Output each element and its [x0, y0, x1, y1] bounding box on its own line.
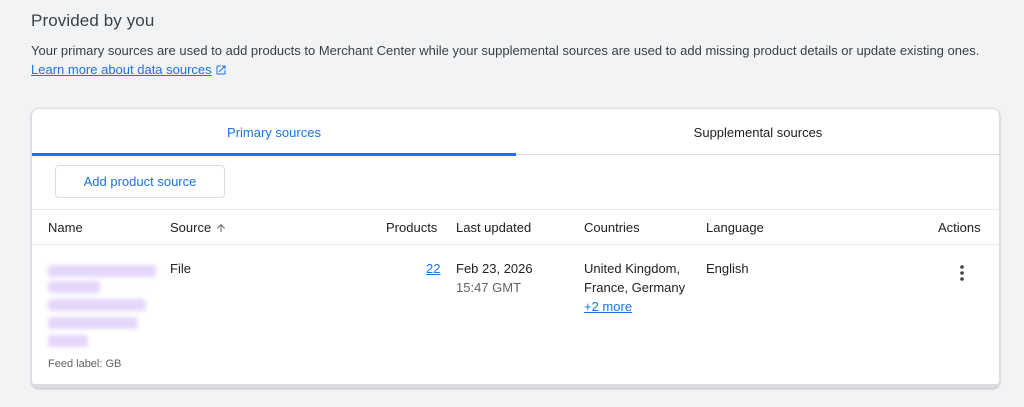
more-countries-link[interactable]: +2 more [584, 297, 632, 316]
column-header-last-updated: Last updated [456, 220, 532, 235]
countries-line-2: France, Germany [584, 280, 686, 295]
column-header-name: Name [48, 220, 83, 235]
description-text: Your primary sources are used to add pro… [31, 43, 980, 58]
table-header: Name Source Products Last updated Countr… [32, 210, 999, 245]
source-type: File [170, 261, 191, 276]
toolbar: Add product source [32, 155, 999, 210]
last-updated-time: 15:47 GMT [456, 280, 522, 295]
data-sources-page: Provided by you Your primary sources are… [0, 0, 1024, 407]
add-product-source-button[interactable]: Add product source [55, 165, 225, 198]
source-tabs: Primary sources Supplemental sources [32, 109, 999, 156]
language-value: English [706, 261, 749, 276]
countries-line-1: United Kingdom, [584, 261, 681, 276]
column-header-actions: Actions [938, 220, 981, 235]
last-updated-date: Feb 23, 2026 [456, 261, 533, 276]
feed-label: Feed label: GB [48, 358, 122, 370]
column-header-countries: Countries [584, 220, 640, 235]
section-title: Provided by you [31, 11, 155, 30]
more-vert-icon[interactable] [950, 261, 974, 285]
external-link-icon [215, 62, 227, 81]
tab-supplemental-sources[interactable]: Supplemental sources [516, 109, 999, 155]
column-header-products: Products [386, 220, 438, 235]
table-row: Feed label: GB File 22 Feb 23, 2026 15:4… [32, 245, 999, 387]
learn-more-link[interactable]: Learn more about data sources [31, 62, 212, 77]
arrow-up-icon [215, 222, 227, 237]
products-count-link[interactable]: 22 [426, 259, 440, 278]
sources-card: Primary sources Supplemental sources Add… [31, 108, 1000, 388]
column-header-source[interactable]: Source [170, 220, 227, 237]
section-description: Your primary sources are used to add pro… [31, 41, 991, 81]
tab-primary-sources[interactable]: Primary sources [32, 109, 516, 156]
redacted-source-name [46, 263, 158, 353]
column-header-language: Language [706, 220, 764, 235]
card-bottom-edge [32, 384, 999, 387]
